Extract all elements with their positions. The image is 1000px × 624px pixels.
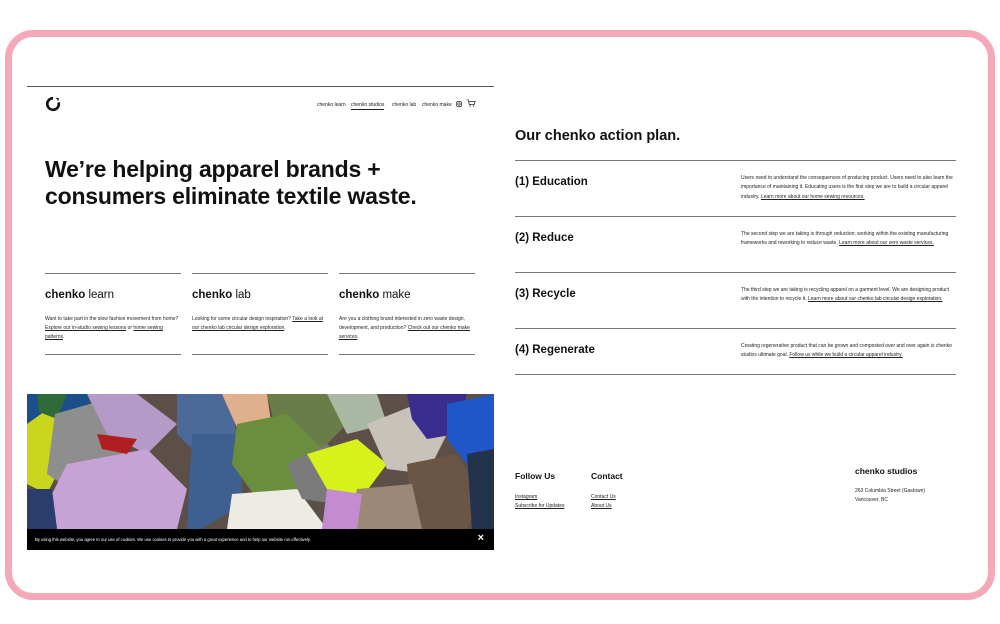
col-make-suffix: make xyxy=(379,289,411,301)
cookie-text: By using this website, you agree to our … xyxy=(35,537,311,542)
about-us-link[interactable]: About Us xyxy=(591,503,612,509)
zero-waste-services-link[interactable]: Learn more about our zero waste services… xyxy=(839,240,934,246)
plan-rule-0 xyxy=(515,160,956,161)
col-lab-bottom-rule xyxy=(192,354,328,355)
step-recycle-heading: (3) Recycle xyxy=(515,288,576,300)
nav-chenko-make[interactable]: chenko make xyxy=(422,102,452,108)
studio-address-line-1: 263 Columbia Street (Gastown) xyxy=(855,488,926,494)
step-recycle-text: The third step we are taking is recyclin… xyxy=(741,286,953,305)
col-make-brand: chenko xyxy=(339,289,380,301)
col-lab-top-rule xyxy=(192,273,328,274)
studio-address-line-2: Vancouver, BC xyxy=(855,497,888,503)
col-lab-brand: chenko xyxy=(192,289,233,301)
col-learn-top-rule xyxy=(45,273,181,274)
step-regenerate-text: Creating regenerative product that can b… xyxy=(741,342,953,361)
sewing-lessons-link[interactable]: Explore our in-studio sewing lessons xyxy=(45,325,126,331)
studio-heading: chenko studios xyxy=(855,466,918,476)
step-education-text: Users need to understand the consequence… xyxy=(741,174,953,202)
col-learn-text-end: . xyxy=(63,334,65,340)
col-make-bottom-rule xyxy=(339,354,475,355)
col-make-body: Are you a clothing brand interested in z… xyxy=(339,315,477,342)
col-make-text-end: . xyxy=(357,334,359,340)
textile-pile-photo xyxy=(27,394,494,529)
top-divider xyxy=(27,86,494,87)
close-icon[interactable]: × xyxy=(478,532,484,544)
plan-title: Our chenko action plan. xyxy=(515,128,681,144)
plan-rule-3 xyxy=(515,328,956,329)
plan-rule-2 xyxy=(515,272,956,273)
col-lab-body: Looking for some circular design inspira… xyxy=(192,315,330,333)
contact-heading: Contact xyxy=(591,471,623,481)
col-learn-text: Want to take part in the slow fashion mo… xyxy=(45,316,179,322)
hero-line-1: We’re helping apparel brands + xyxy=(45,156,381,182)
col-learn-body: Want to take part in the slow fashion mo… xyxy=(45,315,183,342)
nav-chenko-studios[interactable]: chenko studios xyxy=(351,102,385,110)
step-reduce-text: The second step we are taking is through… xyxy=(741,230,953,249)
col-lab-text: Looking for some circular design inspira… xyxy=(192,316,293,322)
step-education-heading: (1) Education xyxy=(515,176,588,188)
subscribe-link[interactable]: Subscribe for Updates xyxy=(515,503,564,509)
nav-chenko-lab[interactable]: chenko lab xyxy=(392,102,416,108)
step-regenerate-heading: (4) Regenerate xyxy=(515,344,595,356)
follow-us-heading: Follow Us xyxy=(515,471,556,481)
hero-line-2: consumers eliminate textile waste. xyxy=(45,183,417,209)
home-sewing-resources-link[interactable]: Learn more about our home sewing resourc… xyxy=(761,194,865,200)
plan-rule-1 xyxy=(515,216,956,217)
instagram-link[interactable]: Instagram xyxy=(515,494,537,500)
circle-logo[interactable] xyxy=(45,96,61,112)
col-learn-title: chenko learn xyxy=(45,289,114,301)
nav-chenko-learn[interactable]: chenko learn xyxy=(317,102,346,108)
follow-us-link[interactable]: Follow us while we build a circular appa… xyxy=(789,352,902,358)
instagram-icon[interactable] xyxy=(456,101,462,107)
plan-rule-4 xyxy=(515,374,956,375)
col-learn-suffix: learn xyxy=(85,289,115,301)
contact-us-link[interactable]: Contact Us xyxy=(591,494,616,500)
lab-exploration-link[interactable]: Learn more about our chenko lab circular… xyxy=(808,296,943,302)
col-make-title: chenko make xyxy=(339,289,411,301)
col-learn-brand: chenko xyxy=(45,289,86,301)
col-lab-title: chenko lab xyxy=(192,289,251,301)
col-lab-text-end: . xyxy=(284,325,286,331)
hero-heading: We’re helping apparel brands + consumers… xyxy=(45,156,475,210)
step-reduce-heading: (2) Reduce xyxy=(515,232,574,244)
col-learn-bottom-rule xyxy=(45,354,181,355)
cart-icon[interactable] xyxy=(466,99,476,107)
col-lab-suffix: lab xyxy=(232,289,251,301)
cookie-banner: By using this website, you agree to our … xyxy=(27,529,494,550)
col-make-top-rule xyxy=(339,273,475,274)
